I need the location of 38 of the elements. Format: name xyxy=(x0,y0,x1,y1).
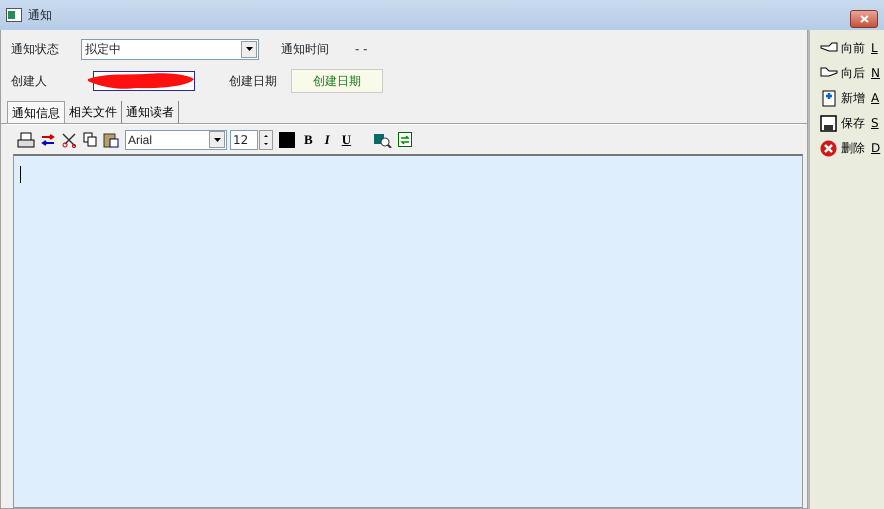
color-swatch-icon[interactable] xyxy=(279,132,295,148)
field-label: 创建人 xyxy=(11,73,48,90)
action-button[interactable]: 向前 L xyxy=(820,38,884,58)
field-label: 通知时间 xyxy=(281,41,329,58)
tab[interactable]: 通知信息 xyxy=(7,101,65,123)
field-value: - - xyxy=(355,41,368,58)
text-cursor xyxy=(20,166,21,183)
action-button[interactable]: 新增 A xyxy=(820,88,884,108)
format-button[interactable]: B xyxy=(301,130,316,150)
close-button[interactable] xyxy=(850,10,878,28)
swap-arrows-icon[interactable] xyxy=(41,134,55,146)
scissors-icon[interactable] xyxy=(61,132,77,148)
tab[interactable]: 相关文件 xyxy=(65,101,122,123)
window-icon xyxy=(6,8,22,22)
format-button[interactable]: I xyxy=(322,130,333,150)
field-label: 通知状态 xyxy=(11,41,60,58)
find-icon[interactable] xyxy=(374,132,392,148)
field-label: 创建日期 xyxy=(229,73,277,90)
font-size-field[interactable]: 12 xyxy=(230,130,258,150)
action-button[interactable]: 向后 N xyxy=(820,63,884,83)
new-document-icon xyxy=(820,90,838,106)
action-button[interactable]: 保存 S xyxy=(820,113,884,133)
copy-icon[interactable] xyxy=(83,132,97,147)
window-title: 通知 xyxy=(28,7,52,24)
status-dropdown[interactable]: 拟定中 xyxy=(81,38,259,60)
printer-icon[interactable] xyxy=(17,132,35,148)
close-icon xyxy=(860,14,868,23)
dropdown-arrow-icon[interactable] xyxy=(214,138,220,142)
font-dropdown[interactable]: Arial xyxy=(125,130,227,150)
delete-icon xyxy=(820,140,838,156)
paste-icon[interactable] xyxy=(103,132,119,148)
tab[interactable]: 通知读者 xyxy=(122,101,179,123)
date-button[interactable]: 创建日期 xyxy=(291,69,383,93)
dropdown-arrow-icon[interactable] xyxy=(246,47,252,51)
refresh-icon[interactable] xyxy=(398,132,412,147)
spinner-icon[interactable] xyxy=(259,130,273,150)
format-button[interactable]: U xyxy=(338,130,354,150)
action-button[interactable]: 删除 D xyxy=(820,138,884,158)
